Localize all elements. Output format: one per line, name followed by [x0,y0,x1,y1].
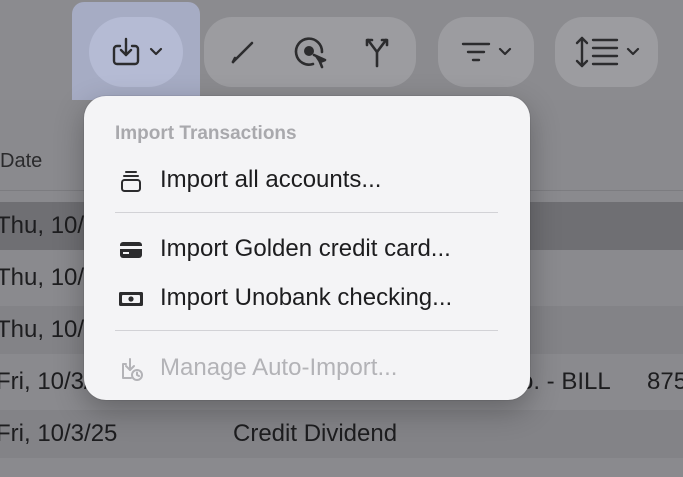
pencil-icon[interactable] [228,37,258,67]
chevron-down-icon [149,47,163,57]
filter-button[interactable] [438,17,534,87]
row-amount: 875 [647,368,683,395]
menu-item-import-all[interactable]: Import all accounts... [84,160,530,200]
menu-item-manage-auto-import[interactable]: Manage Auto-Import... [84,348,530,388]
table-row[interactable]: Fri, 10/3/25 Credit Dividend [0,410,683,458]
edit-toolbar-group [204,17,416,87]
import-button[interactable] [89,17,183,87]
chevron-down-icon [626,47,640,57]
menu-item-import-unobank-checking[interactable]: Import Unobank checking... [84,278,530,318]
column-header-date[interactable]: Date [0,150,42,173]
import-icon [109,35,143,69]
row-height-button[interactable] [555,17,658,87]
menu-item-import-golden-credit-card[interactable]: Import Golden credit card... [84,229,530,269]
split-icon[interactable] [362,36,392,68]
banknote-icon [118,286,144,312]
row-description: o. - BILL [520,368,611,395]
chevron-down-icon [498,47,512,57]
menu-item-label: Import Golden credit card... [160,235,451,262]
row-date: Fri, 10/3/25 [0,420,118,447]
menu-item-label: Manage Auto-Import... [160,354,398,381]
filter-lines-icon [460,40,492,64]
import-menu: Import Transactions Import all accounts.… [84,96,530,400]
row-date: Thu, 10/ [0,316,85,343]
stack-icon [118,168,144,194]
review-icon[interactable] [292,34,328,70]
menu-separator [115,330,498,331]
menu-item-label: Import all accounts... [160,166,382,193]
row-date: Fri, 10/3/ [0,368,91,395]
row-height-icon [574,34,620,70]
row-date: Thu, 10/ [0,264,85,291]
row-date: Thu, 10/ [0,212,85,239]
menu-item-label: Import Unobank checking... [160,284,453,311]
credit-card-icon [118,237,144,263]
menu-heading: Import Transactions [115,123,297,144]
menu-separator [115,212,498,213]
auto-import-icon [118,356,144,382]
row-description: Credit Dividend [233,420,398,447]
